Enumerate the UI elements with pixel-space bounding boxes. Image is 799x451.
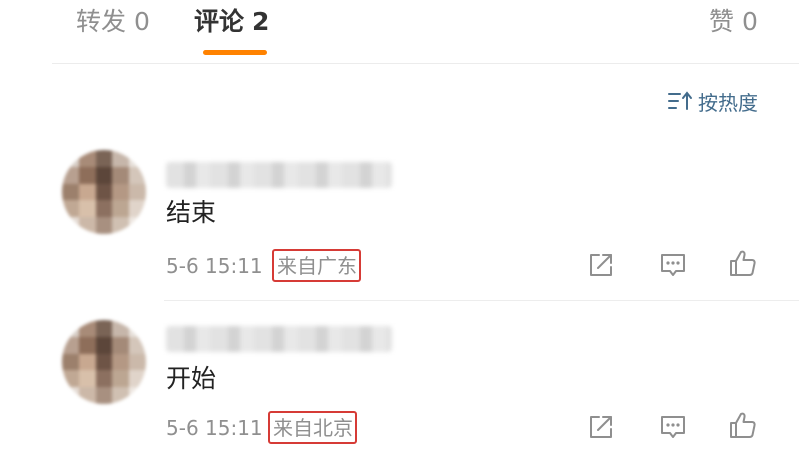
tab-like[interactable]: 赞0 <box>709 5 758 39</box>
comment-icon <box>661 416 685 438</box>
thumbs-up-icon <box>730 250 756 276</box>
comment-timestamp: 5-6 15:11 <box>166 254 263 278</box>
reply-button[interactable] <box>656 248 690 282</box>
tab-comment-label: 评论 <box>194 7 245 36</box>
share-icon <box>590 416 612 438</box>
sort-icon <box>667 90 693 112</box>
tabs-divider <box>52 63 799 64</box>
username-blurred[interactable] <box>166 326 392 352</box>
comment-location: 来自广东 <box>272 249 361 282</box>
comment-divider <box>164 300 799 301</box>
comment-timestamp: 5-6 15:11 <box>166 416 263 440</box>
comment-text: 开始 <box>166 364 217 393</box>
tab-like-count: 0 <box>742 7 758 36</box>
sort-by-popularity-button[interactable]: 按热度 <box>667 86 758 116</box>
comment-location: 来自北京 <box>268 411 357 444</box>
tab-comment-count: 2 <box>252 7 270 36</box>
like-button[interactable] <box>726 246 760 280</box>
share-button[interactable] <box>584 248 618 282</box>
comment-icon <box>661 254 685 276</box>
like-button[interactable] <box>726 408 760 442</box>
avatar[interactable] <box>62 150 146 234</box>
avatar[interactable] <box>62 320 146 404</box>
tab-repost-label: 转发 <box>76 7 127 36</box>
reply-button[interactable] <box>656 410 690 444</box>
tab-repost-count: 0 <box>134 7 150 36</box>
tab-like-label: 赞 <box>709 7 735 36</box>
active-tab-indicator <box>203 50 267 55</box>
tab-comment[interactable]: 评论 2 <box>194 5 269 39</box>
comment-text: 结束 <box>166 198 217 227</box>
sort-label: 按热度 <box>698 90 758 115</box>
tab-repost[interactable]: 转发 0 <box>76 5 150 39</box>
comment-panel: 转发 0 评论 2 赞0 按热度 结束 5-6 15:11 来自广东 开始 5-… <box>0 0 799 451</box>
thumbs-up-icon <box>730 412 756 438</box>
share-button[interactable] <box>584 410 618 444</box>
username-blurred[interactable] <box>166 162 392 188</box>
share-icon <box>590 254 612 276</box>
